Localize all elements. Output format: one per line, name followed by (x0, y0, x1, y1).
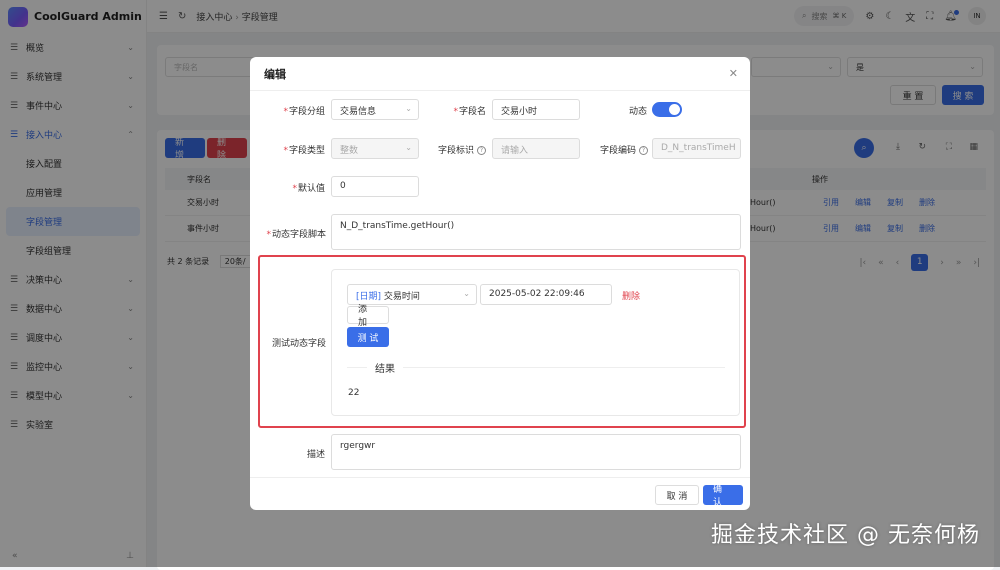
close-icon[interactable]: ✕ (729, 67, 738, 80)
default-value-input[interactable]: 0 (331, 176, 419, 197)
dynamic-label: 动态 (628, 107, 647, 117)
chevron-down-icon: ⌄ (463, 289, 470, 298)
test-delete-link[interactable]: 删除 (622, 289, 640, 302)
help-icon: ? (477, 146, 486, 155)
field-id-label: 字段标识? (428, 143, 486, 156)
field-name-label: *字段名 (453, 107, 486, 117)
help-icon: ? (639, 146, 648, 155)
dynamic-toggle[interactable] (652, 102, 682, 117)
result-value: 22 (348, 388, 360, 398)
watermark: 掘金技术社区 @ 无奈何杨 (711, 523, 980, 548)
field-type-select[interactable]: 整数 ⌄ (331, 138, 419, 159)
confirm-button[interactable]: 确 认 (703, 485, 743, 508)
cancel-button[interactable]: 取 消 (655, 485, 699, 505)
add-test-field-button[interactable]: 添 加 (347, 305, 389, 328)
description-textarea[interactable]: rgergwr (331, 434, 741, 470)
field-code-label: 字段编码? (590, 143, 648, 156)
chevron-down-icon: ⌄ (405, 104, 412, 113)
script-label: *动态字段脚本 (266, 230, 326, 240)
modal-footer: 取 消 确 认 (250, 477, 750, 510)
script-textarea[interactable]: N_D_transTime.getHour() (331, 214, 741, 250)
result-title: 结果 (367, 360, 403, 375)
field-id-input[interactable]: 请输入 (492, 138, 580, 159)
test-button[interactable]: 测 试 (347, 327, 389, 347)
default-value-label: *默认值 (292, 184, 325, 194)
test-datetime-input[interactable]: 2025-05-02 22:09:46 (480, 284, 612, 305)
field-group-label: *字段分组 (283, 107, 325, 117)
field-group-select[interactable]: 交易信息 ⌄ (331, 99, 419, 120)
modal-title: 编辑 (264, 67, 286, 81)
modal-header: 编辑 ✕ (250, 57, 750, 91)
field-code-input[interactable]: D_N_transTimeH (652, 138, 741, 159)
result-divider (347, 367, 725, 368)
test-dynamic-label: 测试动态字段 (271, 339, 326, 349)
field-name-input[interactable]: 交易小时 (492, 99, 580, 120)
chevron-down-icon: ⌄ (405, 143, 412, 152)
field-type-label: *字段类型 (283, 146, 325, 156)
description-label: 描述 (306, 450, 325, 460)
toggle-knob (669, 104, 680, 115)
